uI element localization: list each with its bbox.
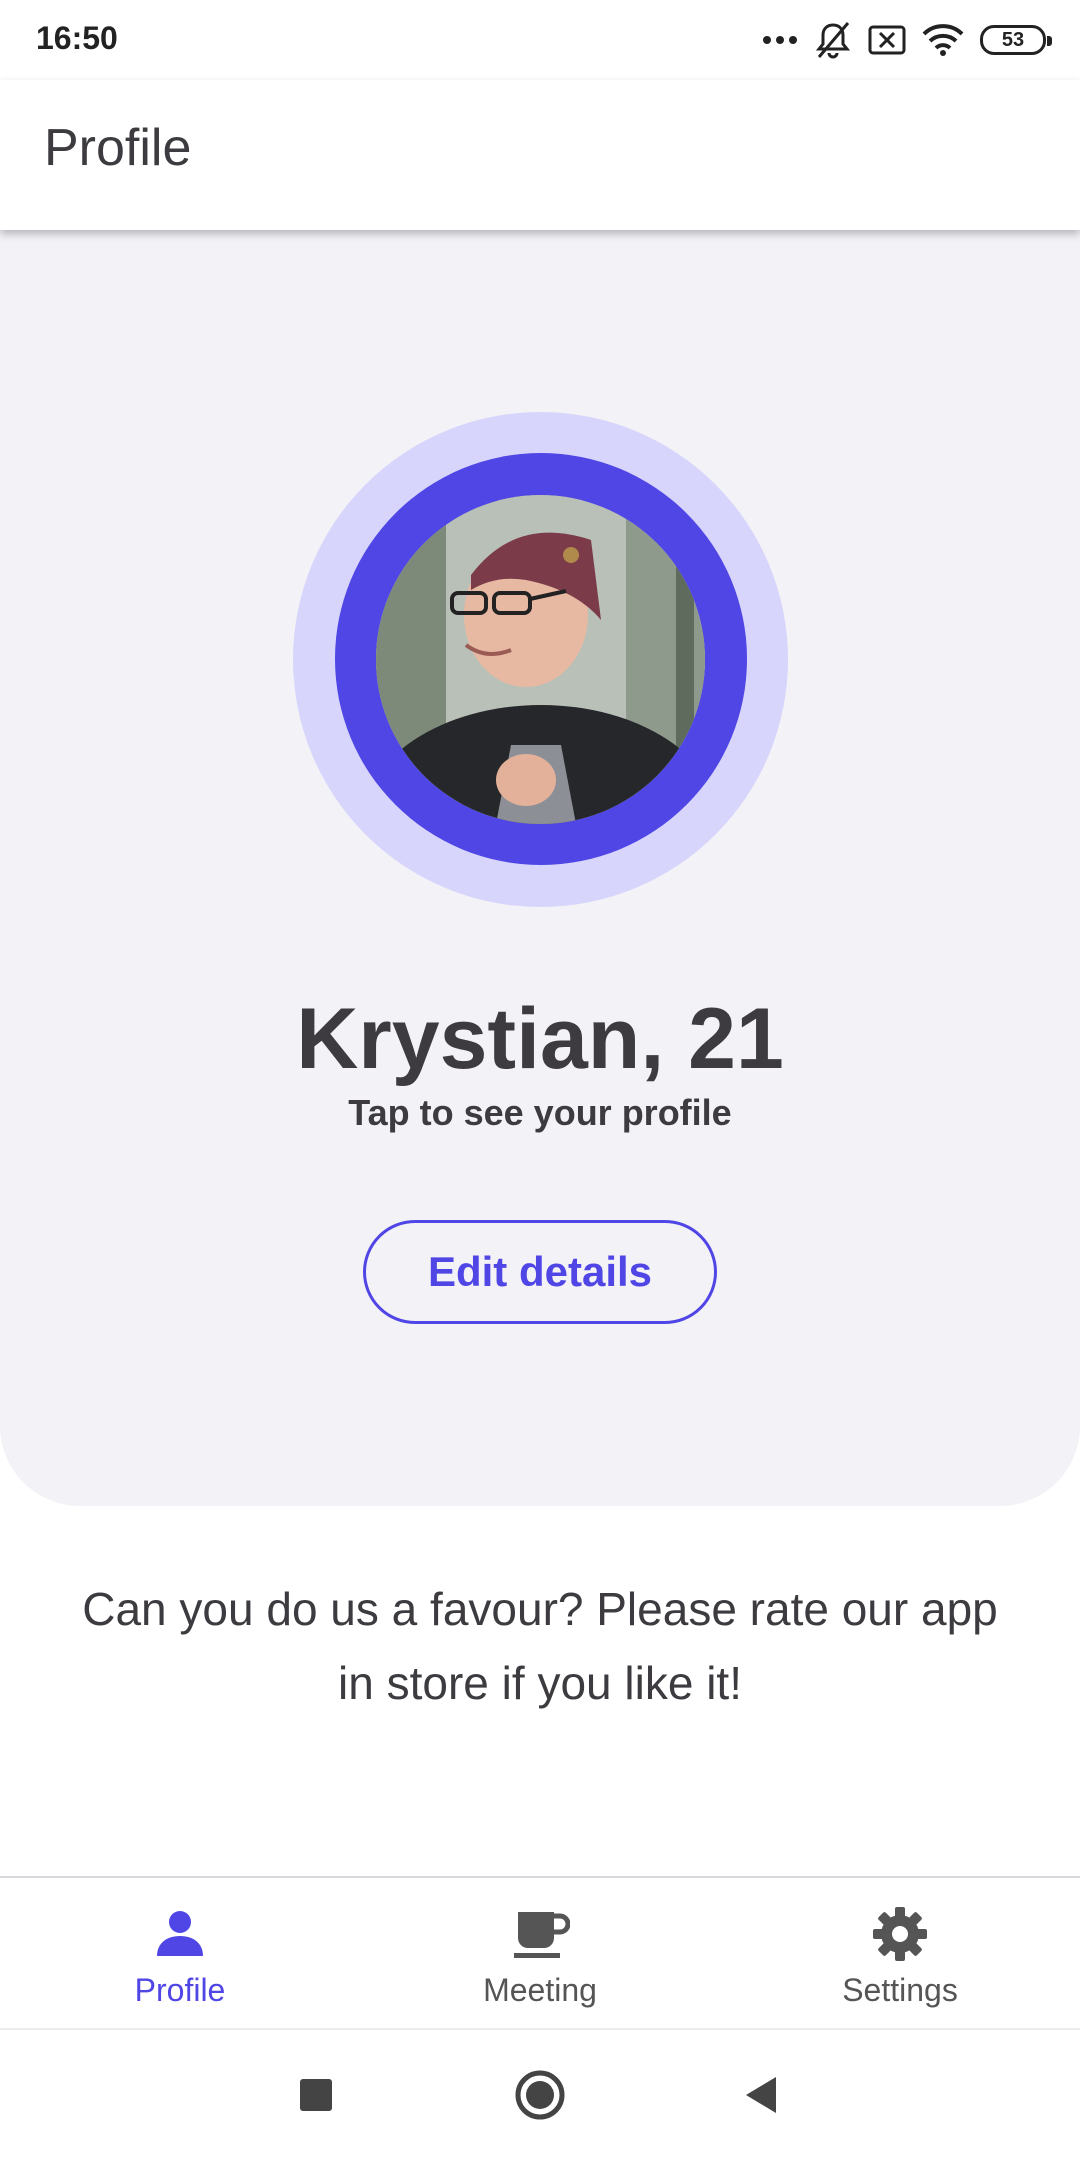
battery-icon: 53 xyxy=(980,25,1052,55)
avatar[interactable] xyxy=(376,495,705,824)
app-bar: Profile xyxy=(0,80,1080,230)
square-recents-icon[interactable] xyxy=(286,2065,346,2125)
wifi-icon xyxy=(922,23,964,57)
status-bar: 16:50 53 xyxy=(0,0,1080,80)
nav-label-profile: Profile xyxy=(134,1972,226,2008)
battery-level: 53 xyxy=(1001,28,1025,51)
nav-label-meeting: Meeting xyxy=(483,1972,597,2008)
nav-item-settings[interactable]: Settings xyxy=(720,1878,1080,2030)
bottom-navigation: Profile Meeting Settings xyxy=(0,1876,1080,2030)
system-navigation-bar xyxy=(0,2030,1080,2160)
triangle-back-icon[interactable] xyxy=(734,2065,794,2125)
person-icon xyxy=(150,1904,210,1964)
status-icons: 53 xyxy=(762,18,1052,62)
bell-off-icon xyxy=(814,20,852,60)
profile-name[interactable]: Krystian, 21 xyxy=(0,990,1080,1089)
sim-off-icon xyxy=(868,25,906,55)
circle-home-icon[interactable] xyxy=(510,2065,570,2125)
battery-nub xyxy=(1047,36,1052,46)
profile-subtitle: Tap to see your profile xyxy=(348,1092,732,1133)
profile-card[interactable]: Krystian, 21 Tap to see your profile Edi… xyxy=(0,230,1080,1506)
nav-item-profile[interactable]: Profile xyxy=(0,1878,360,2030)
nav-label-settings: Settings xyxy=(842,1972,958,2008)
coffee-cup-icon xyxy=(510,1904,571,1964)
edit-details-button[interactable]: Edit details xyxy=(363,1220,717,1324)
rate-app-message: Can you do us a favour? Please rate our … xyxy=(82,1583,998,1709)
status-time: 16:50 xyxy=(36,20,118,56)
page-title: Profile xyxy=(44,119,192,177)
more-dots-icon xyxy=(762,34,798,46)
nav-item-meeting[interactable]: Meeting xyxy=(360,1878,720,2030)
gear-icon xyxy=(870,1904,930,1964)
